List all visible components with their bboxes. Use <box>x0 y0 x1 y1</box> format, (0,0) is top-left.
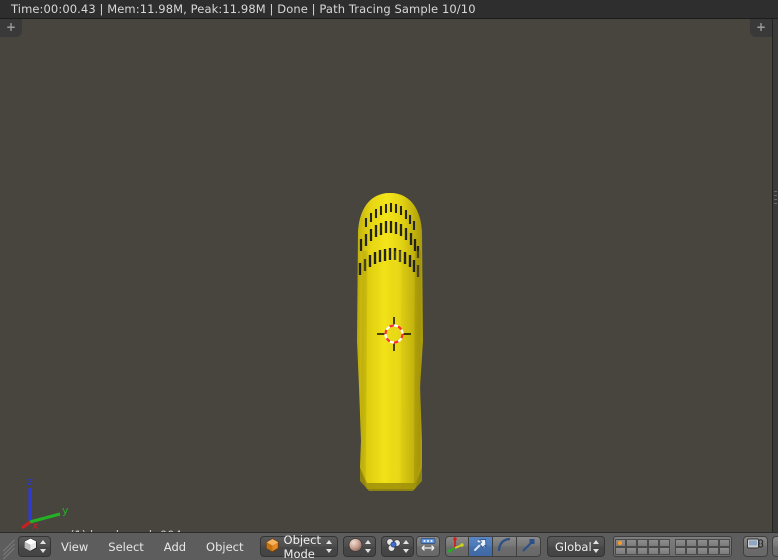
center-points-icon <box>419 537 437 556</box>
render-stats-text: Time:00:00.43 | Mem:11.98M, Peak:11.98M … <box>11 2 476 16</box>
layer-cell[interactable] <box>636 538 648 547</box>
manipulate-center-points-toggle[interactable] <box>415 536 440 557</box>
layer-cell[interactable] <box>696 538 708 547</box>
header-right-icons[interactable] <box>739 536 778 557</box>
shading-sphere-icon <box>347 537 364 556</box>
3d-viewport[interactable]: + + z y x <box>0 19 778 532</box>
layer-row[interactable] <box>614 546 670 555</box>
layer-cell[interactable] <box>658 538 670 547</box>
manipulator-axis-icon <box>448 536 465 557</box>
layer-cell[interactable] <box>625 546 637 555</box>
transform-orientation-selector[interactable]: Global <box>546 536 605 557</box>
object-mode-cube-icon <box>265 537 280 556</box>
viewport-shading-selector[interactable] <box>342 536 376 557</box>
render-preview-button[interactable] <box>771 536 778 557</box>
axis-gizmo-svg: z y x <box>21 475 69 532</box>
lock-to-scene-button[interactable] <box>742 536 768 557</box>
layer-cell[interactable] <box>707 538 719 547</box>
pivot-median-icon <box>385 537 402 556</box>
interaction-mode-selector[interactable]: Object Mode <box>259 532 338 560</box>
header-drag-grip[interactable] <box>2 536 16 560</box>
info-header: Time:00:00.43 | Mem:11.98M, Peak:11.98M … <box>0 0 778 19</box>
layer-cell[interactable] <box>707 546 719 555</box>
transform-orientation-spinner-icon[interactable] <box>592 539 601 554</box>
axis-gizmo: z y x <box>14 474 84 532</box>
manipulator-rotate-toggle[interactable] <box>492 536 517 557</box>
layer-cell[interactable] <box>718 546 730 555</box>
editor-type-selector[interactable] <box>18 536 51 557</box>
manipulator-enable-toggle[interactable] <box>444 536 469 557</box>
layer-row[interactable] <box>614 538 670 547</box>
manipulator-translate-toggle[interactable] <box>468 536 493 557</box>
layer-block-1[interactable] <box>614 538 670 555</box>
pivot-point-spinner-icon[interactable] <box>402 539 411 554</box>
layer-cell[interactable] <box>636 546 648 555</box>
3d-view-cube-icon <box>22 537 39 556</box>
layer-cell[interactable] <box>658 546 670 555</box>
viewport-expand-toolbar-right-icon[interactable]: + <box>750 19 772 37</box>
layer-cell[interactable] <box>647 546 659 555</box>
layer-cell[interactable] <box>674 538 686 547</box>
editor-type-spinner-icon[interactable] <box>39 539 48 554</box>
layer-block-2[interactable] <box>674 538 730 555</box>
viewport-right-divider[interactable] <box>772 19 778 532</box>
layer-cell[interactable] <box>685 546 697 555</box>
menu-view[interactable]: View <box>51 533 98 560</box>
pivot-point-selector[interactable] <box>380 536 414 557</box>
viewport-header-bar: View Select Add Object Object Mode Globa… <box>0 532 778 560</box>
transform-orientation-label: Global <box>554 539 592 554</box>
interaction-mode-spinner-icon[interactable] <box>325 539 334 554</box>
menu-select[interactable]: Select <box>98 533 153 560</box>
lock-to-scene-icon <box>746 537 764 556</box>
layer-row[interactable] <box>674 538 730 547</box>
scene-layers[interactable] <box>612 536 732 557</box>
translate-arrow-icon <box>472 537 489 557</box>
layer-cell[interactable] <box>718 538 730 547</box>
scale-icon <box>520 537 537 557</box>
3d-cursor-svg <box>377 317 411 351</box>
layer-row[interactable] <box>674 546 730 555</box>
layer-cell[interactable] <box>685 538 697 547</box>
axis-label-y: y <box>62 504 69 517</box>
blender-window: Time:00:00.43 | Mem:11.98M, Peak:11.98M … <box>0 0 778 560</box>
manipulator-group[interactable] <box>444 536 541 557</box>
layer-cell[interactable] <box>647 538 659 547</box>
layer-cell[interactable] <box>674 546 686 555</box>
axis-label-z: z <box>27 475 33 488</box>
viewport-shading-group[interactable] <box>342 536 376 557</box>
axis-label-x: x <box>32 519 39 529</box>
layer-cell[interactable] <box>625 538 637 547</box>
menu-object[interactable]: Object <box>196 533 253 560</box>
viewport-divider-grip[interactable] <box>774 191 777 207</box>
viewport-shading-spinner-icon[interactable] <box>364 539 373 554</box>
rotate-arc-icon <box>496 537 513 557</box>
pivot-group[interactable] <box>380 536 440 557</box>
layer-cell[interactable] <box>614 546 626 555</box>
menu-add[interactable]: Add <box>154 533 196 560</box>
3d-cursor <box>377 317 411 351</box>
layer-cell[interactable] <box>614 538 626 547</box>
layer-cell[interactable] <box>696 546 708 555</box>
viewport-expand-toolbar-left-icon[interactable]: + <box>0 19 22 37</box>
manipulator-scale-toggle[interactable] <box>516 536 541 557</box>
interaction-mode-label: Object Mode <box>283 532 321 560</box>
